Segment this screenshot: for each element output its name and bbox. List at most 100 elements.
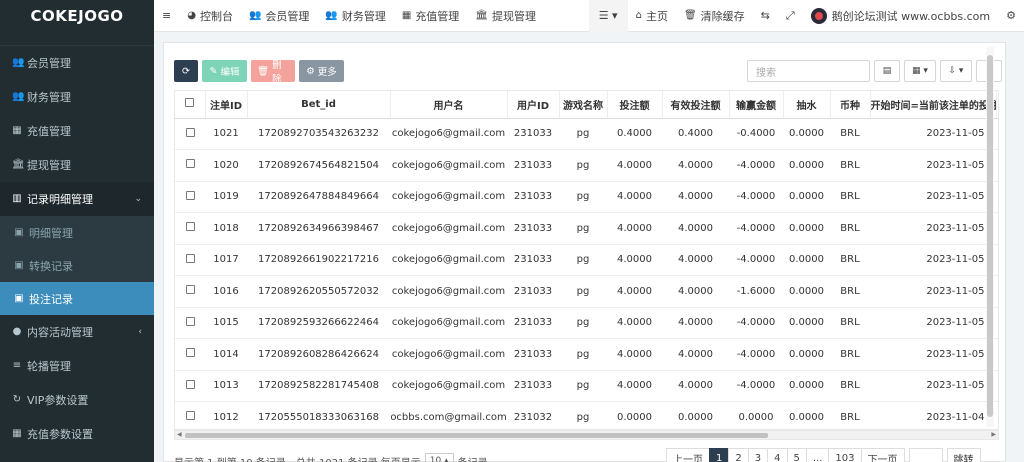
columns-button[interactable]: ▦ ▾ bbox=[904, 60, 936, 82]
table-row[interactable]: 1013 1720892582281745408 cokejogo6@gmail.c… bbox=[175, 370, 998, 402]
page-size-select[interactable]: 10 ▴ bbox=[424, 453, 454, 462]
page-button[interactable]: 2 bbox=[728, 448, 749, 462]
sidebar-item-bank[interactable]: 🏛 提现管理 bbox=[0, 148, 154, 182]
sidebar-item-calendar[interactable]: ▣ 明细管理 bbox=[0, 216, 154, 249]
table-row[interactable]: 1016 1720892620550572032 cokejogo6@gmail.c… bbox=[175, 275, 998, 308]
column-header[interactable]: 有效投注额 bbox=[662, 91, 730, 119]
edit-button[interactable]: ✎ 编辑 bbox=[202, 60, 247, 82]
home-link[interactable]: ⌂ 主页 bbox=[628, 0, 676, 32]
top-tab-1[interactable]: 👥 会员管理 bbox=[241, 0, 317, 32]
delete-button[interactable]: 🗑 删除 bbox=[251, 60, 295, 85]
sidebar-item-refresh[interactable]: ↻ VIP参数设置 bbox=[0, 383, 154, 417]
row-checkbox[interactable] bbox=[185, 127, 195, 137]
table-row[interactable]: 1021 1720892703543263232 cokejogo6@gmail.c… bbox=[175, 118, 998, 150]
more-button[interactable]: ⚙ 更多 bbox=[299, 60, 344, 82]
table-cell: 4.0000 bbox=[662, 338, 729, 371]
row-checkbox[interactable] bbox=[185, 159, 195, 169]
column-header[interactable]: 输赢金额 bbox=[729, 91, 784, 119]
select-all-checkbox[interactable] bbox=[185, 98, 195, 108]
table-cell: pg bbox=[559, 181, 607, 213]
page-button[interactable]: 4 bbox=[767, 448, 788, 462]
row-actions-cell[interactable] bbox=[996, 181, 998, 213]
row-actions-cell[interactable] bbox=[996, 401, 998, 429]
table-cell: 4.0000 bbox=[662, 307, 729, 339]
sidebar-item-calendar[interactable]: ▣ 转换记录 bbox=[0, 249, 154, 282]
page-button[interactable]: 3 bbox=[747, 448, 769, 462]
sidebar-item-circle[interactable]: ● 内容活动管理 ‹ bbox=[0, 315, 154, 349]
sidebar-item-grid[interactable]: ▦ 充值管理 bbox=[0, 114, 154, 148]
settings-button[interactable]: ⚙ bbox=[998, 0, 1024, 32]
table-row[interactable]: 1014 1720892608286426624 cokejogo6@gmail.c… bbox=[175, 338, 998, 371]
horizontal-scrollbar[interactable]: ◀ ▶ bbox=[174, 430, 999, 440]
page-button[interactable]: 1 bbox=[709, 448, 730, 462]
sidebar-item-users[interactable]: 👥 会员管理 bbox=[0, 46, 154, 80]
scroll-left-icon[interactable]: ◀ bbox=[177, 431, 182, 438]
sidebar-item-grid[interactable]: ▦ 充值参数设置 bbox=[0, 417, 154, 451]
page-button[interactable]: ... bbox=[805, 448, 830, 462]
row-checkbox[interactable] bbox=[185, 316, 195, 326]
row-actions-cell[interactable] bbox=[996, 118, 998, 150]
row-checkbox[interactable] bbox=[185, 348, 195, 358]
column-header[interactable]: 抽水 bbox=[783, 91, 831, 119]
row-actions-cell[interactable] bbox=[996, 212, 998, 245]
refresh-button[interactable]: ⟳ bbox=[174, 60, 198, 82]
row-actions-cell[interactable] bbox=[996, 149, 998, 182]
top-tab-label: 提现管理 bbox=[492, 9, 537, 23]
row-checkbox[interactable] bbox=[185, 285, 195, 295]
fullscreen-button[interactable]: ⤢ bbox=[778, 0, 803, 32]
table-row[interactable]: 1017 1720892661902217216 cokejogo6@gmail.c… bbox=[175, 244, 998, 276]
page-button[interactable]: 5 bbox=[786, 448, 807, 462]
column-header[interactable]: 注单ID bbox=[205, 91, 248, 119]
table-row[interactable]: 1019 1720892647884849664 cokejogo6@gmail.c… bbox=[175, 181, 998, 213]
column-header[interactable]: Bet_id bbox=[247, 91, 391, 119]
top-tab-3[interactable]: ▦ 充值管理 bbox=[394, 0, 467, 32]
top-tab-0[interactable]: ◕ 控制台 bbox=[179, 0, 241, 32]
row-checkbox[interactable] bbox=[185, 222, 195, 232]
horizontal-scroll-thumb[interactable] bbox=[185, 433, 768, 438]
table-row[interactable]: 1015 1720892593266622464 cokejogo6@gmail.c… bbox=[175, 307, 998, 339]
vertical-scrollbar[interactable] bbox=[986, 47, 994, 427]
column-header[interactable]: 操作 bbox=[996, 91, 998, 119]
translate-button[interactable]: ⇆ bbox=[753, 0, 778, 32]
column-header[interactable]: 用户名 bbox=[390, 91, 508, 119]
export-button[interactable]: ⇩ ▾ bbox=[940, 60, 972, 82]
prev-page-button[interactable]: 上一页 bbox=[666, 448, 710, 462]
search-input[interactable]: 搜索 bbox=[747, 60, 870, 82]
row-actions-cell[interactable] bbox=[996, 275, 998, 308]
top-tab-4[interactable]: 🏛 提现管理 bbox=[467, 0, 544, 32]
page-button[interactable]: 103 bbox=[828, 448, 862, 462]
top-tab-2[interactable]: 👥 财务管理 bbox=[317, 0, 393, 32]
jump-page-input[interactable] bbox=[908, 448, 943, 462]
vertical-scroll-thumb[interactable] bbox=[987, 55, 993, 417]
user-menu[interactable]: 鹅创论坛测试 www.ocbbs.com bbox=[803, 0, 998, 32]
scroll-right-icon[interactable]: ▶ bbox=[991, 431, 996, 438]
menu-dropdown-button[interactable]: ☰ ▾ bbox=[588, 0, 628, 32]
row-checkbox[interactable] bbox=[185, 253, 195, 263]
row-checkbox[interactable] bbox=[185, 379, 195, 389]
row-actions-cell[interactable] bbox=[996, 338, 998, 371]
pagination-info-text: 显示第 1 到第 10 条记录，总共 1021 条记录 每页显示 bbox=[174, 454, 421, 462]
column-header[interactable]: 币种 bbox=[830, 91, 871, 119]
sidebar-item-calendar[interactable]: ▣ 投注记录 bbox=[0, 282, 154, 315]
next-page-button[interactable]: 下一页 bbox=[860, 448, 905, 462]
sidebar-item-list[interactable]: ≡ 轮播管理 bbox=[0, 349, 154, 383]
table-cell: 1720892703543263232 bbox=[247, 118, 390, 150]
clear-cache-button[interactable]: 🗑 清除缓存 bbox=[676, 0, 753, 32]
column-header[interactable]: 游戏名称 bbox=[559, 91, 608, 119]
column-header[interactable]: 开始时间=当前该注单的投注时间 bbox=[870, 91, 997, 119]
sidebar-item-users[interactable]: 👥 财务管理 bbox=[0, 80, 154, 114]
row-actions-cell[interactable] bbox=[996, 244, 998, 276]
row-checkbox[interactable] bbox=[185, 190, 195, 200]
table-row[interactable]: 1018 1720892634966398467 cokejogo6@gmail.c… bbox=[175, 212, 998, 245]
row-actions-cell[interactable] bbox=[996, 307, 998, 339]
row-checkbox[interactable] bbox=[185, 411, 195, 421]
table-row[interactable]: 1012 1720555018333063168 ocbbs.com@gmail.c… bbox=[175, 401, 998, 429]
jump-button[interactable]: 跳转 bbox=[946, 448, 981, 462]
column-header[interactable]: 用户ID bbox=[507, 91, 560, 119]
menu-toggle-button[interactable]: ≡ bbox=[154, 0, 179, 32]
sidebar-item-chart[interactable]: ▥ 记录明细管理 ⌄ bbox=[0, 182, 154, 216]
table-row[interactable]: 1020 1720892674564821504 cokejogo6@gmail.c… bbox=[175, 149, 998, 182]
row-actions-cell[interactable] bbox=[996, 370, 998, 402]
column-header[interactable]: 投注额 bbox=[607, 91, 663, 119]
toggle-view-button[interactable]: ▤ bbox=[874, 60, 900, 82]
